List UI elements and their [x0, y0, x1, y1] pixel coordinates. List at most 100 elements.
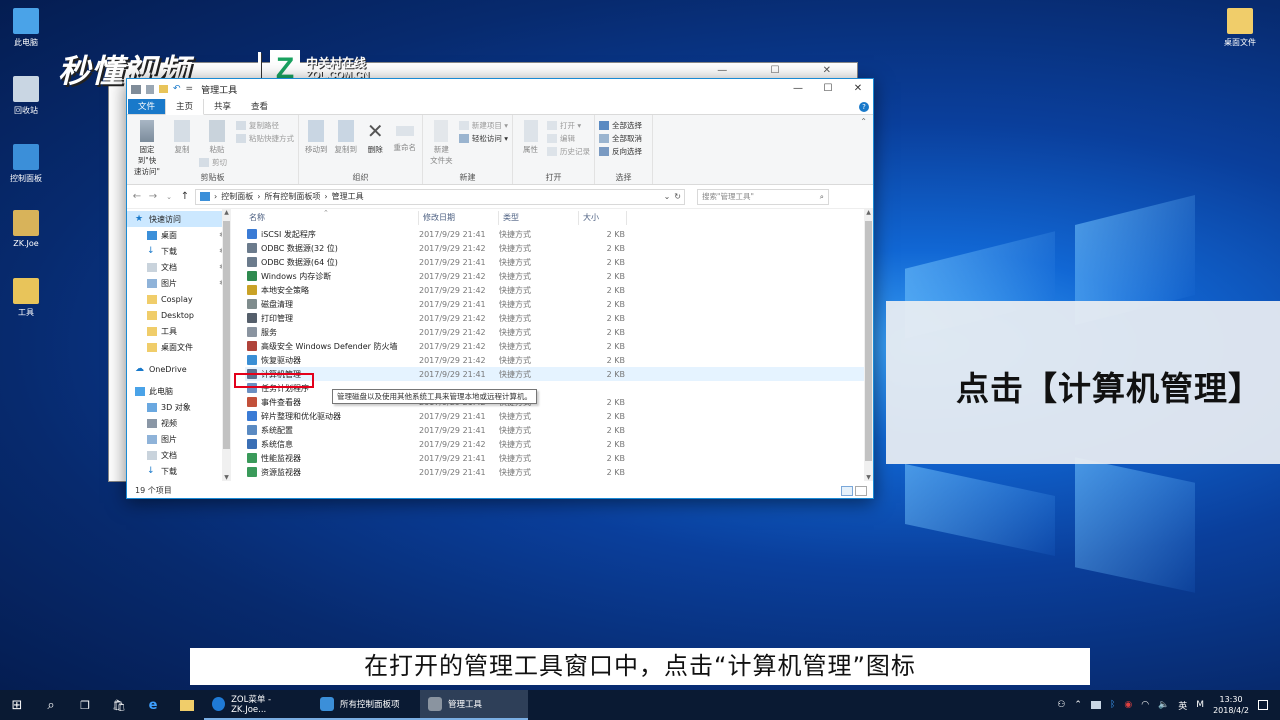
nav-scroll-thumb[interactable]: [223, 221, 230, 449]
file-scrollbar[interactable]: ▲ ▼: [864, 209, 873, 481]
taskbar-app-control-panel[interactable]: 所有控制面板项: [312, 690, 420, 720]
nav-pc-item[interactable]: 3D 对象: [127, 399, 231, 415]
column-name[interactable]: 名称: [245, 211, 419, 225]
properties-quick-icon[interactable]: [146, 84, 154, 94]
table-row[interactable]: ODBC 数据源(32 位) 2017/9/29 21:42 快捷方式 2 KB: [245, 241, 873, 255]
nav-pinned-item[interactable]: ↓下载✱: [127, 243, 231, 259]
desktop-icon-tools[interactable]: 工具: [0, 278, 52, 318]
edit-button[interactable]: 编辑: [547, 133, 590, 144]
nav-pc-item[interactable]: 图片: [127, 431, 231, 447]
scroll-down-arrow-icon[interactable]: ▼: [222, 474, 231, 481]
tab-home[interactable]: 主页: [165, 97, 205, 115]
background-window-controls[interactable]: — ☐ ✕: [717, 65, 851, 76]
network-icon[interactable]: [1090, 701, 1101, 709]
open-button[interactable]: 打开 ▾: [547, 120, 590, 131]
desktop-icon-zkjoe[interactable]: ZK.Joe: [0, 210, 52, 248]
maximize-button[interactable]: ☐: [813, 79, 843, 99]
close-button[interactable]: ✕: [843, 79, 873, 99]
desktop-icon-this-pc[interactable]: 此电脑: [0, 8, 52, 48]
task-view-button[interactable]: ❐: [68, 690, 102, 720]
breadcrumb-control-panel[interactable]: 控制面板: [221, 191, 253, 202]
nav-pc-item[interactable]: 视频: [127, 415, 231, 431]
column-date[interactable]: 修改日期: [419, 211, 499, 225]
table-row[interactable]: 本地安全策略 2017/9/29 21:42 快捷方式 2 KB: [245, 283, 873, 297]
collapse-ribbon-icon[interactable]: ⌃: [860, 117, 867, 126]
cut-button[interactable]: 剪切: [199, 157, 227, 168]
people-icon[interactable]: ⚇: [1057, 700, 1065, 710]
security-icon[interactable]: ◉: [1124, 700, 1132, 710]
notifications-icon[interactable]: [1258, 700, 1268, 710]
invert-selection-button[interactable]: 反向选择: [599, 146, 642, 157]
column-size[interactable]: 大小: [579, 211, 627, 225]
table-row[interactable]: 性能监视器 2017/9/29 21:41 快捷方式 2 KB: [245, 451, 873, 465]
navigation-pane[interactable]: ★快速访问 桌面✱ ↓下载✱ 文档✱ 图片✱ Cosplay Desktop 工…: [127, 209, 231, 495]
details-view-icon[interactable]: [841, 486, 853, 496]
address-bar[interactable]: › 控制面板 › 所有控制面板项 › 管理工具 ⌄ ↻: [195, 188, 685, 205]
dropdown-icon[interactable]: =: [186, 84, 194, 94]
nav-pc-item[interactable]: 文档: [127, 447, 231, 463]
volume-icon[interactable]: 🔈: [1158, 700, 1169, 710]
recent-dropdown-icon[interactable]: ⌄: [163, 193, 175, 201]
nav-folder-item[interactable]: 桌面文件: [127, 339, 231, 355]
nav-pc-item[interactable]: ↓ 下载: [127, 463, 231, 479]
explorer-window[interactable]: ↶ = 管理工具 — ☐ ✕ 文件 主页 共享 查看 ? 固定到"快 速访问" …: [126, 78, 874, 499]
wifi-icon[interactable]: ◠: [1141, 700, 1149, 710]
scroll-up-arrow-icon[interactable]: ▲: [222, 209, 231, 216]
table-row[interactable]: Windows 内存诊断 2017/9/29 21:42 快捷方式 2 KB: [245, 269, 873, 283]
nav-folder-item[interactable]: 工具: [127, 323, 231, 339]
forward-arrow-icon[interactable]: →: [147, 191, 159, 202]
nav-folder-item[interactable]: Cosplay: [127, 291, 231, 307]
search-input[interactable]: 搜索"管理工具" ⌕: [697, 188, 829, 205]
breadcrumb-admin-tools[interactable]: 管理工具: [332, 191, 364, 202]
up-arrow-icon[interactable]: ↑: [179, 191, 191, 202]
table-row[interactable]: 打印管理 2017/9/29 21:42 快捷方式 2 KB: [245, 311, 873, 325]
refresh-icon[interactable]: ↻: [674, 192, 684, 201]
nav-pinned-item[interactable]: 文档✱: [127, 259, 231, 275]
file-explorer-button[interactable]: [170, 690, 204, 720]
new-item-button[interactable]: 新建项目 ▾: [458, 120, 508, 131]
nav-onedrive[interactable]: ☁ OneDrive: [127, 361, 231, 377]
table-row[interactable]: 资源监视器 2017/9/29 21:41 快捷方式 2 KB: [245, 465, 873, 479]
table-row[interactable]: ODBC 数据源(64 位) 2017/9/29 21:41 快捷方式 2 KB: [245, 255, 873, 269]
help-icon[interactable]: ?: [859, 101, 869, 112]
input-language[interactable]: 英: [1178, 699, 1187, 712]
tab-share[interactable]: 共享: [204, 98, 241, 114]
scroll-down-arrow-icon[interactable]: ▼: [864, 474, 873, 481]
nav-scrollbar[interactable]: ▲ ▼: [222, 209, 231, 481]
easy-access-button[interactable]: 轻松访问 ▾: [458, 133, 508, 144]
table-row[interactable]: 计算机管理 2017/9/29 21:41 快捷方式 2 KB: [245, 367, 873, 381]
taskbar-app-admin-tools[interactable]: 管理工具: [420, 690, 528, 720]
large-icons-view-icon[interactable]: [855, 486, 867, 496]
table-row[interactable]: 系统配置 2017/9/29 21:41 快捷方式 2 KB: [245, 423, 873, 437]
new-folder-quick-icon[interactable]: [159, 85, 168, 93]
tab-file[interactable]: 文件: [128, 98, 166, 114]
file-scroll-thumb[interactable]: [865, 221, 872, 461]
desktop-icon-desktop-files[interactable]: 桌面文件: [1214, 8, 1266, 48]
nav-pinned-item[interactable]: 图片✱: [127, 275, 231, 291]
scroll-up-arrow-icon[interactable]: ▲: [864, 209, 873, 216]
copy-path-button[interactable]: 复制路径: [236, 120, 294, 131]
clock[interactable]: 13:30 2018/4/2: [1213, 694, 1249, 716]
table-row[interactable]: 碎片整理和优化驱动器 2017/9/29 21:41 快捷方式 2 KB: [245, 409, 873, 423]
minimize-button[interactable]: —: [783, 79, 813, 99]
folder-tools-icon[interactable]: [131, 84, 141, 94]
select-none-button[interactable]: 全部取消: [599, 133, 642, 144]
table-row[interactable]: 高级安全 Windows Defender 防火墙 2017/9/29 21:42…: [245, 339, 873, 353]
file-list[interactable]: ⌃ 名称 修改日期 类型 大小 iSCSI 发起程序 2017/9/29 21:4…: [231, 209, 873, 495]
table-row[interactable]: iSCSI 发起程序 2017/9/29 21:41 快捷方式 2 KB: [245, 227, 873, 241]
nav-folder-item[interactable]: Desktop: [127, 307, 231, 323]
paste-shortcut-button[interactable]: 粘贴快捷方式: [236, 133, 294, 144]
nav-quick-access[interactable]: ★ 快速访问: [127, 211, 231, 227]
history-button[interactable]: 历史记录: [547, 146, 590, 157]
start-button[interactable]: ⊞: [0, 690, 34, 720]
table-row[interactable]: 恢复驱动器 2017/9/29 21:42 快捷方式 2 KB: [245, 353, 873, 367]
ime-mode[interactable]: M: [1196, 700, 1204, 710]
column-type[interactable]: 类型: [499, 211, 579, 225]
undo-icon[interactable]: ↶: [173, 84, 181, 94]
show-hidden-icons-chevron-icon[interactable]: ⌃: [1074, 700, 1082, 710]
back-arrow-icon[interactable]: ←: [131, 191, 143, 202]
select-all-button[interactable]: 全部选择: [599, 120, 642, 131]
store-button[interactable]: 🛍: [102, 690, 136, 720]
desktop-icon-control-panel[interactable]: 控制面板: [0, 144, 52, 184]
breadcrumb-all-items[interactable]: 所有控制面板项: [264, 191, 320, 202]
